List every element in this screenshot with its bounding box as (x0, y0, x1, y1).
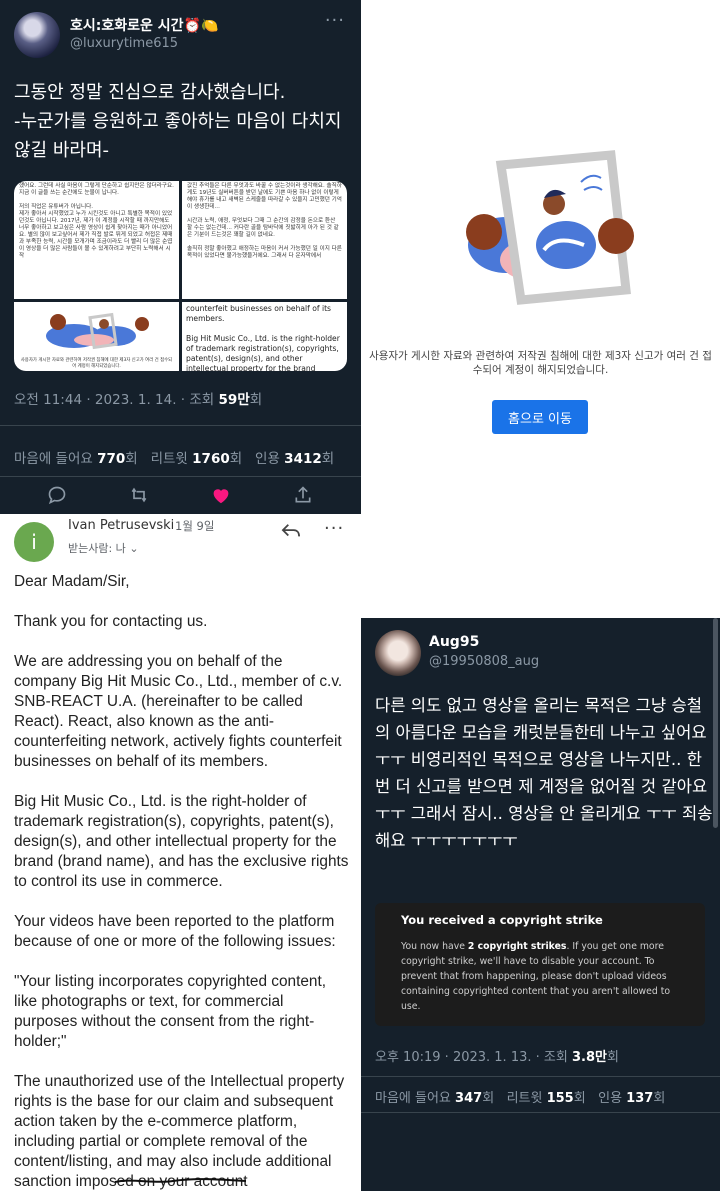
likes-label: 마음에 들어요 (375, 1091, 451, 1106)
count-unit: 회 (321, 451, 335, 467)
media-image-email[interactable]: counterfeit businesses on behalf of its … (182, 302, 347, 371)
timestamp[interactable]: 오전 11:44 · 2023. 1. 14. · 조회 59만회 (14, 388, 262, 408)
paragraph: We are addressing you on behalf of the c… (14, 653, 343, 770)
retweets-stat[interactable]: 리트윗 155회 (507, 1091, 586, 1106)
count-unit: 회 (125, 451, 138, 467)
likes-count: 770 (97, 451, 126, 467)
user-handle[interactable]: @19950808_aug (429, 654, 539, 669)
display-name[interactable]: 호시:호화로운 시간⏰🍋 (70, 15, 218, 35)
divider (0, 425, 361, 426)
media-text: 했어요. 그런데 사실 마음이 그렇게 단순하고 쉽지만은 않더라구요. 지금 … (19, 183, 174, 259)
strike-title: You received a copyright strike (401, 913, 603, 927)
time: 오전 11:44 (14, 392, 83, 408)
strike-count: 2 copyright strikes (467, 941, 567, 952)
divider (361, 1112, 720, 1113)
email-message: i Ivan Petrusevski 1월 9일 받는사람: 나 ⌄ ··· D… (0, 514, 361, 1191)
retweet-icon[interactable] (127, 484, 151, 506)
quotes-label: 인용 (598, 1091, 623, 1106)
quotes-count: 137 (626, 1091, 654, 1106)
media-image-letter-1[interactable]: 했어요. 그런데 사실 마음이 그렇게 단순하고 쉽지만은 않더라구요. 지금 … (14, 181, 179, 299)
media-grid[interactable]: 했어요. 그런데 사실 마음이 그렇게 단순하고 쉽지만은 않더라구요. 지금 … (14, 181, 347, 371)
notice-message: 사용자가 게시한 자료와 관련하여 저작권 침해에 대한 제3자 신고가 여러 … (369, 350, 712, 376)
retweets-label: 리트윗 (506, 1091, 543, 1106)
media-text: 값진 추억들은 다른 무엇과도 바꿀 수 없는것이라 생각해요. 솔직하게도 1… (187, 183, 342, 259)
media-image-letter-2[interactable]: 값진 추억들은 다른 무엇과도 바꿀 수 없는것이라 생각해요. 솔직하게도 1… (182, 181, 347, 299)
more-options-icon[interactable]: ··· (325, 10, 345, 31)
count-unit: 회 (653, 1091, 666, 1106)
count-unit: 회 (482, 1091, 495, 1106)
views-unit: 회 (606, 1050, 619, 1065)
copyright-strike-card[interactable]: You received a copyright strike You now … (375, 903, 705, 1026)
reply-icon[interactable] (280, 522, 302, 544)
tweet-text: 그동안 정말 진심으로 감사했습니다. -누군가를 응원하고 좋아하는 마음이 … (14, 78, 354, 165)
likes-count: 347 (455, 1091, 483, 1106)
quotes-stat[interactable]: 인용 137회 (598, 1091, 665, 1106)
strike-body: You now have 2 copyright strikes. If you… (401, 939, 691, 1014)
divider (361, 1076, 720, 1077)
reply-icon[interactable] (45, 484, 69, 506)
tweet-card-2: Aug95 @19950808_aug 다른 의도 없고 영상을 올리는 목적은… (361, 618, 720, 1191)
share-icon[interactable] (291, 484, 315, 506)
tweet-text: 다른 의도 없고 영상을 올리는 목적은 그냥 승철의 아름다운 모습을 캐럿분… (375, 696, 713, 850)
likes-stat[interactable]: 마음에 들어요 770회 (14, 451, 138, 467)
date: 2023. 1. 13. (452, 1050, 532, 1065)
display-name[interactable]: Aug95 (429, 634, 479, 650)
paragraph: Big Hit Music Co., Ltd. is the right-hol… (14, 793, 349, 890)
terminated-illustration-icon (466, 150, 634, 305)
engagement-stats: 마음에 들어요 347회 리트윗 155회 인용 137회 (375, 1087, 665, 1106)
more-options-icon[interactable]: ··· (324, 518, 344, 539)
paragraph: Your videos have been reported to the pl… (14, 913, 336, 950)
chevron-down-icon: ⌄ (129, 542, 139, 555)
avatar[interactable] (14, 12, 60, 58)
retweets-stat[interactable]: 리트윗 1760회 (151, 451, 243, 467)
quotes-stat[interactable]: 인용 3412회 (255, 451, 334, 467)
tweet-text-line: -누군가를 응원하고 좋아하는 마음이 다치지 않길 바라며- (14, 111, 342, 161)
user-handle[interactable]: @luxurytime615 (70, 36, 178, 51)
strike-body-text: You now have (401, 941, 468, 952)
avatar[interactable] (375, 630, 421, 676)
quotes-label: 인용 (255, 451, 280, 467)
recipient-details[interactable]: 받는사람: 나 ⌄ (68, 540, 139, 556)
views-unit: 회 (249, 392, 263, 408)
views-label: 조회 (189, 392, 215, 408)
tweet-card-1: 호시:호화로운 시간⏰🍋 @luxurytime615 ··· 그동안 정말 진… (0, 0, 361, 514)
view-count: 3.8만 (571, 1050, 607, 1065)
views-label: 조회 (543, 1050, 568, 1065)
engagement-stats: 마음에 들어요 770회 리트윗 1760회 인용 3412회 (14, 447, 334, 467)
quotes-count: 3412 (284, 451, 322, 467)
tweet-text-line: 그동안 정말 진심으로 감사했습니다. (14, 82, 286, 103)
view-count: 59만 (218, 392, 250, 408)
retweets-count: 155 (546, 1091, 574, 1106)
timestamp[interactable]: 오후 10:19 · 2023. 1. 13. · 조회 3.8만회 (375, 1046, 619, 1065)
recipient-label: 받는사람: 나 (68, 542, 126, 555)
media-text: counterfeit businesses on behalf of its … (186, 304, 340, 371)
date: 2023. 1. 14. (94, 392, 177, 408)
count-unit: 회 (229, 451, 243, 467)
count-unit: 회 (573, 1091, 586, 1106)
paragraph: Thank you for contacting us. (14, 613, 208, 630)
sender-avatar[interactable]: i (14, 522, 54, 562)
likes-stat[interactable]: 마음에 들어요 347회 (375, 1091, 494, 1106)
time: 오후 10:19 (375, 1050, 441, 1065)
paragraph: "Your listing incorporates copyrighted c… (14, 973, 327, 1050)
go-home-button[interactable]: 홈으로 이동 (492, 400, 588, 434)
media-image-notice[interactable]: 사용자가 게시한 자료와 관련하여 저작권 침해에 대한 제3자 신고가 여러 … (14, 302, 179, 371)
illustration-icon (46, 312, 149, 350)
likes-label: 마음에 들어요 (14, 451, 93, 467)
paragraph: The unauthorized use of the Intellectual… (14, 1073, 345, 1190)
scribble-mark-icon (114, 1178, 247, 1183)
sender-name[interactable]: Ivan Petrusevski (68, 518, 174, 533)
retweets-count: 1760 (192, 451, 230, 467)
email-date: 1월 9일 (175, 519, 215, 533)
media-caption: 사용자가 게시한 자료와 관련하여 저작권 침해에 대한 제3자 신고가 여러 … (20, 358, 173, 369)
divider (0, 476, 361, 477)
greeting: Dear Madam/Sir, (14, 573, 130, 590)
retweets-label: 리트윗 (150, 451, 188, 467)
account-terminated-notice: 사용자가 게시한 자료와 관련하여 저작권 침해에 대한 제3자 신고가 여러 … (361, 0, 720, 514)
email-body: Dear Madam/Sir, Thank you for contacting… (14, 572, 349, 1191)
like-heart-icon[interactable] (209, 484, 233, 506)
